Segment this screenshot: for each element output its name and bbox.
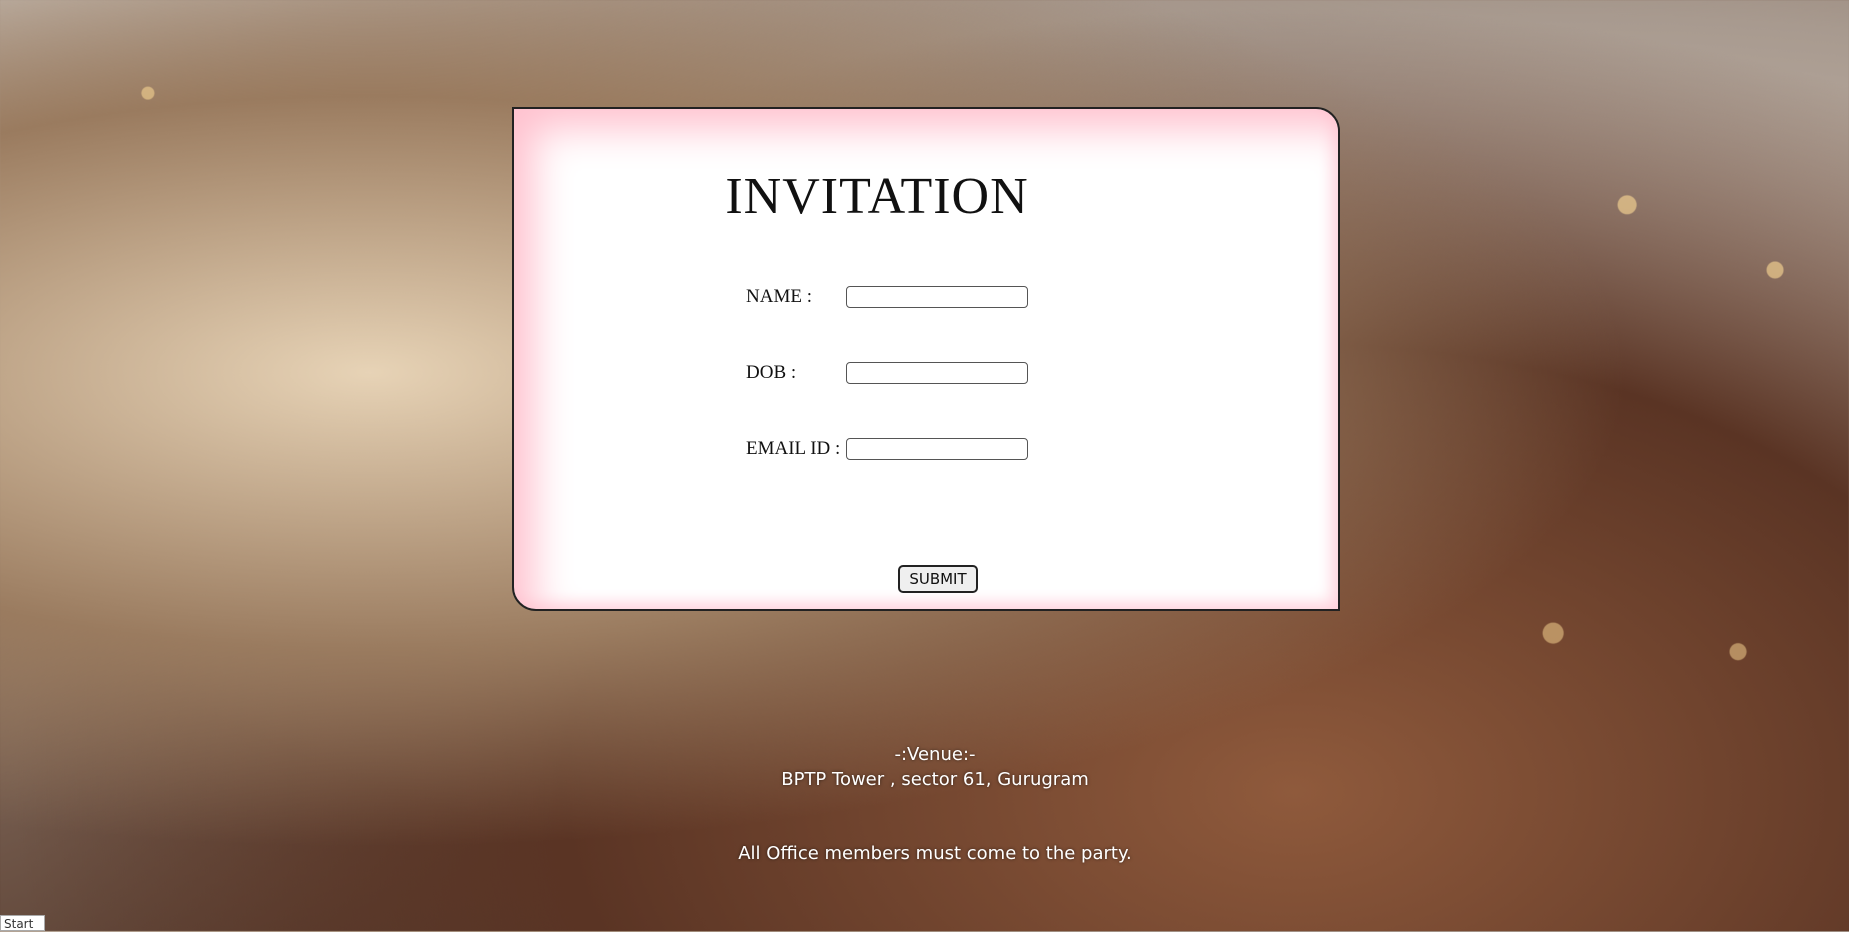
name-label: NAME : — [746, 286, 812, 307]
invitation-card: INVITATION NAME : DOB : EMAIL ID : SUBMI… — [512, 107, 1340, 611]
party-background: { "card": { "title": "INVITATION", "fiel… — [0, 0, 1849, 931]
email-label: EMAIL ID : — [746, 438, 841, 459]
invitation-title: INVITATION — [725, 168, 1029, 225]
name-input[interactable] — [846, 286, 1028, 308]
venue-address: BPTP Tower , sector 61, Gurugram — [781, 769, 1089, 790]
start-button[interactable]: Start — [0, 915, 45, 931]
party-note: All Office members must come to the part… — [738, 843, 1132, 864]
name-row: NAME : — [746, 283, 1028, 311]
email-input[interactable] — [846, 438, 1028, 460]
dob-label: DOB : — [746, 362, 797, 383]
dob-row: DOB : — [746, 359, 1028, 387]
venue-heading: -:Venue:- — [894, 744, 976, 765]
dob-input[interactable] — [846, 362, 1028, 384]
email-row: EMAIL ID : — [746, 435, 1028, 463]
submit-button[interactable]: SUBMIT — [898, 565, 978, 593]
